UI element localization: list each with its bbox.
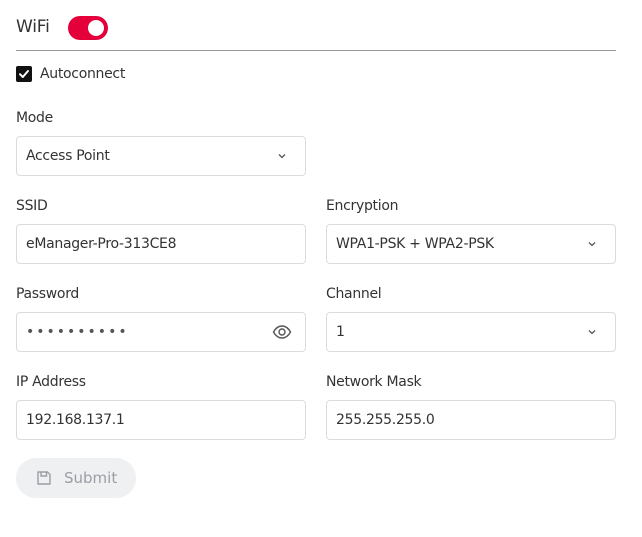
toggle-knob-icon: [88, 20, 104, 36]
channel-select[interactable]: 1: [326, 312, 616, 352]
autoconnect-checkbox[interactable]: [16, 66, 32, 82]
wifi-title: WiFi: [16, 17, 50, 37]
ip-address-value: 192.168.137.1: [26, 412, 125, 428]
network-mask-value: 255.255.255.0: [336, 412, 435, 428]
password-label: Password: [16, 286, 79, 302]
password-value: ••••••••••: [26, 324, 129, 340]
ssid-label: SSID: [16, 198, 48, 214]
password-input[interactable]: ••••••••••: [16, 312, 306, 352]
network-mask-label: Network Mask: [326, 374, 422, 390]
save-icon: [37, 471, 51, 485]
mode-select[interactable]: Access Point: [16, 136, 306, 176]
ip-address-input[interactable]: 192.168.137.1: [16, 400, 306, 440]
chevron-down-icon: [588, 242, 596, 247]
encryption-label: Encryption: [326, 198, 399, 214]
mode-field: Mode Access Point: [16, 108, 306, 176]
wifi-header: WiFi: [16, 14, 616, 52]
checkmark-icon: [19, 70, 29, 78]
network-mask-field: Network Mask 255.255.255.0: [326, 372, 616, 440]
encryption-value: WPA1-PSK + WPA2-PSK: [336, 236, 494, 252]
encryption-field: Encryption WPA1-PSK + WPA2-PSK: [326, 196, 616, 264]
autoconnect-label: Autoconnect: [40, 66, 126, 82]
wifi-toggle[interactable]: [68, 16, 108, 40]
mode-value: Access Point: [26, 148, 110, 164]
network-mask-input[interactable]: 255.255.255.0: [326, 400, 616, 440]
ip-address-field: IP Address 192.168.137.1: [16, 372, 306, 440]
channel-value: 1: [336, 324, 345, 340]
submit-label: Submit: [64, 469, 118, 487]
autoconnect-row: Autoconnect: [16, 64, 125, 84]
eye-icon[interactable]: [272, 324, 292, 340]
chevron-down-icon: [278, 154, 286, 159]
mode-label: Mode: [16, 110, 53, 126]
channel-field: Channel 1: [326, 284, 616, 352]
ssid-field: SSID eManager-Pro-313CE8: [16, 196, 306, 264]
header-divider: [16, 50, 616, 51]
ip-address-label: IP Address: [16, 374, 86, 390]
password-field: Password ••••••••••: [16, 284, 306, 352]
encryption-select[interactable]: WPA1-PSK + WPA2-PSK: [326, 224, 616, 264]
ssid-input[interactable]: eManager-Pro-313CE8: [16, 224, 306, 264]
ssid-value: eManager-Pro-313CE8: [26, 236, 177, 252]
channel-label: Channel: [326, 286, 382, 302]
submit-button[interactable]: Submit: [16, 458, 136, 498]
chevron-down-icon: [588, 330, 596, 335]
wifi-settings-form: WiFi Autoconnect Mode Access Point SSID …: [0, 0, 642, 537]
